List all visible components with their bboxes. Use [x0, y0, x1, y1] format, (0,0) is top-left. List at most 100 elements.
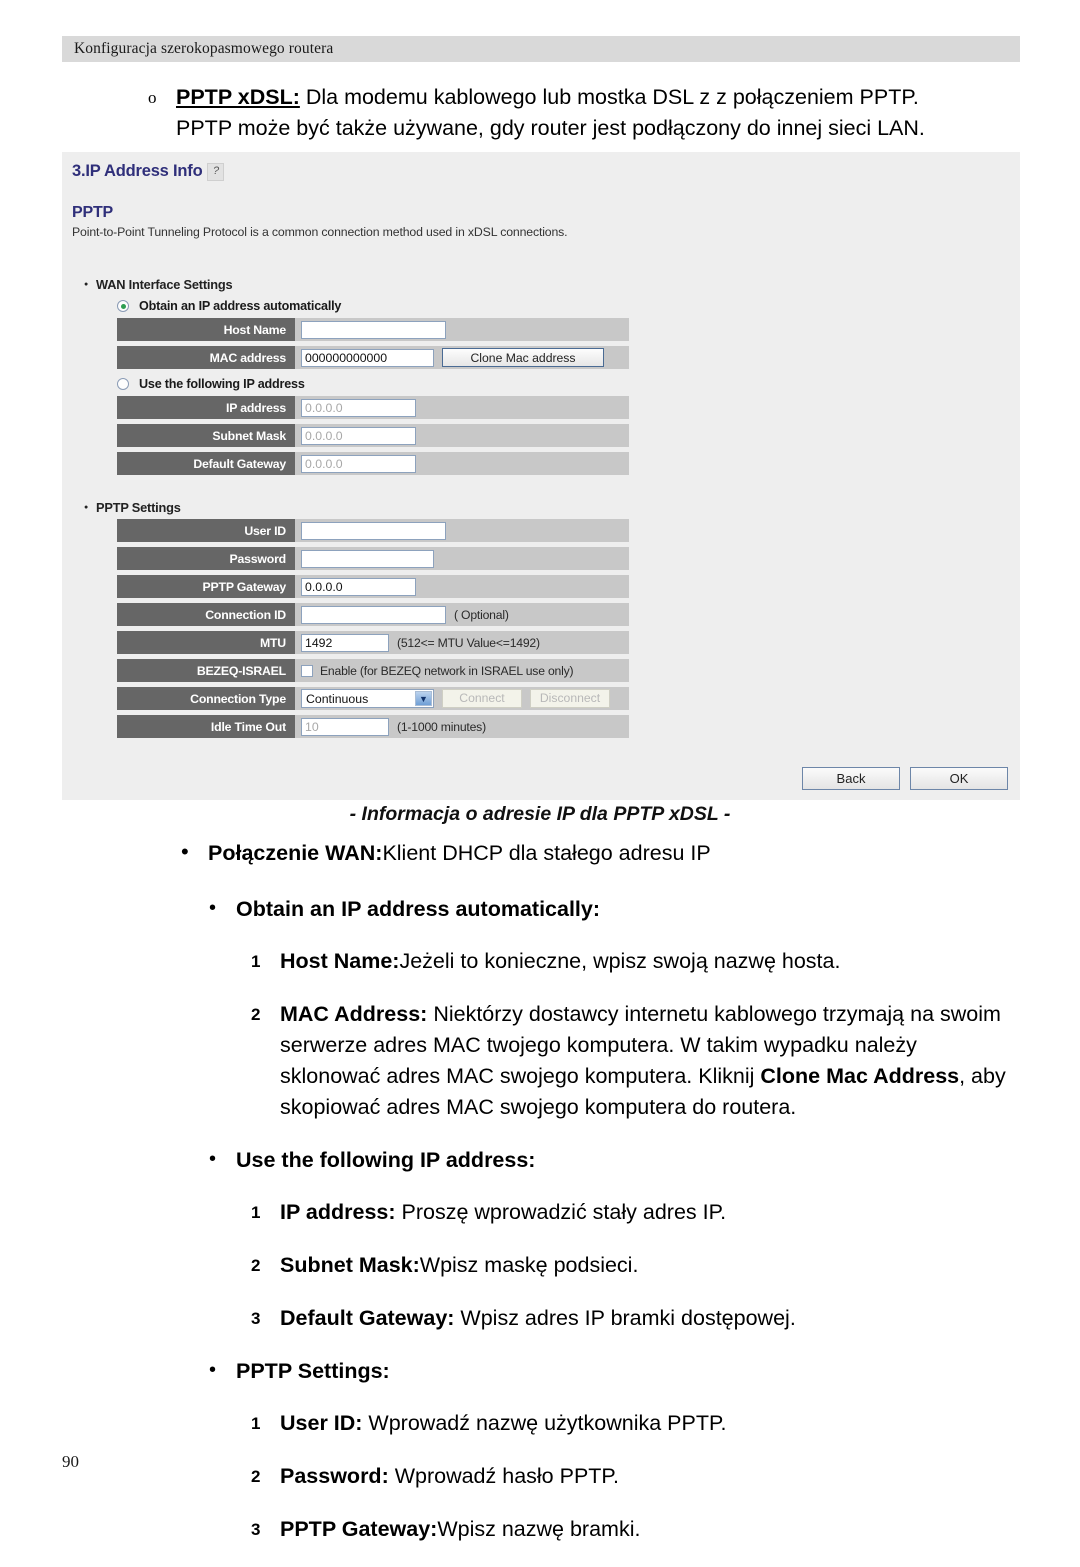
row-user-id: User ID [117, 519, 629, 542]
list-number: 2 [251, 1005, 261, 1024]
host-name-rest: Jeżeli to konieczne, wpisz swoją nazwę h… [399, 949, 841, 973]
wan-manual-fields: IP address Subnet Mask Default Gateway [117, 396, 629, 480]
intro-rest-line1: Dla modemu kablowego lub mostka DSL z z … [299, 85, 919, 109]
group-manual-title: Use the following IP address: [236, 1148, 536, 1172]
user-id-bold: User ID: [280, 1411, 363, 1435]
default-gateway-input[interactable] [301, 454, 416, 473]
list-item-wan-connection: • Połączenie WAN:Klient DHCP dla stałego… [0, 838, 1080, 868]
radio-manual-indicator[interactable] [117, 378, 129, 390]
mac-address-input[interactable] [301, 348, 434, 367]
ip-address-input[interactable] [301, 398, 416, 417]
pptp-gateway-bold: PPTP Gateway: [280, 1517, 438, 1541]
body-password [295, 547, 629, 570]
group-pptp-title: PPTP Settings: [236, 1359, 390, 1383]
label-mac-address: MAC address [117, 346, 295, 369]
row-ip-address: IP address [117, 396, 629, 419]
bezeq-enable-checkbox[interactable] [301, 664, 313, 677]
label-pptp-gateway: PPTP Gateway [117, 575, 295, 598]
connect-button[interactable]: Connect [442, 689, 522, 708]
connection-id-hint: ( Optional) [454, 607, 509, 622]
body-subnet-mask [295, 424, 629, 447]
list-item: 1 IP address: Proszę wprowadzić stały ad… [0, 1197, 1080, 1228]
list-number: 3 [251, 1520, 261, 1539]
panel-title-text: 3.IP Address Info [72, 162, 203, 180]
password-input[interactable] [301, 549, 434, 568]
mtu-input[interactable] [301, 633, 389, 652]
clone-mac-address-button[interactable]: Clone Mac address [442, 348, 604, 367]
mac-address-desc: MAC Address: Niektórzy dostawcy internet… [280, 999, 1020, 1123]
radio-auto-label: Obtain an IP address automatically [139, 299, 342, 313]
body-pptp-gateway [295, 575, 629, 598]
intro-bullet-marker: o [148, 88, 157, 107]
host-name-input[interactable] [301, 320, 446, 339]
host-name-desc: Host Name:Jeżeli to konieczne, wpisz swo… [280, 946, 840, 977]
page-number: 90 [62, 1452, 79, 1471]
bullet-marker: • [209, 1359, 217, 1381]
wan-connection-bold: Połączenie WAN: [208, 841, 383, 865]
bullet-marker: • [209, 897, 217, 919]
pptp-settings-fields: User ID Password PPTP Gateway Connection… [117, 519, 629, 743]
body-content: • Połączenie WAN:Klient DHCP dla stałego… [0, 838, 1080, 1567]
ok-button[interactable]: OK [910, 767, 1008, 790]
label-idle-time-out: Idle Time Out [117, 715, 295, 738]
intro-bullet-text: PPTP xDSL: Dla modemu kablowego lub most… [176, 82, 925, 144]
router-config-panel: 3.IP Address Info ? PPTP Point-to-Point … [62, 152, 1020, 800]
ip-address-bold: IP address: [280, 1200, 396, 1224]
group-auto-title: Obtain an IP address automatically: [236, 897, 601, 921]
chevron-down-icon[interactable]: ▼ [415, 691, 432, 706]
subnet-mask-rest: Wpisz maskę podsieci. [419, 1253, 639, 1277]
radio-manual-label: Use the following IP address [139, 377, 305, 391]
row-connection-type: Connection Type Continuous ▼ Connect Dis… [117, 687, 629, 710]
row-subnet-mask: Subnet Mask [117, 424, 629, 447]
password-bold: Password: [280, 1464, 389, 1488]
pptp-gateway-desc: PPTP Gateway:Wpisz nazwę bramki. [280, 1514, 640, 1545]
list-item: 1 Host Name:Jeżeli to konieczne, wpisz s… [0, 946, 1080, 977]
row-pptp-gateway: PPTP Gateway [117, 575, 629, 598]
user-id-desc: User ID: Wprowadź nazwę użytkownika PPTP… [280, 1408, 727, 1439]
idle-time-out-hint: (1-1000 minutes) [397, 719, 486, 734]
intro-bold-lead: PPTP xDSL: [176, 85, 300, 109]
intro-bullet-block: o PPTP xDSL: Dla modemu kablowego lub mo… [148, 82, 1028, 144]
figure-caption: - Informacja o adresie IP dla PPTP xDSL … [349, 803, 731, 825]
disconnect-button[interactable]: Disconnect [530, 689, 610, 708]
row-bezeq-israel: BEZEQ-ISRAEL Enable (for BEZEQ network i… [117, 659, 629, 682]
password-rest: Wprowadź hasło PPTP. [388, 1464, 619, 1488]
list-number: 1 [251, 952, 261, 971]
list-item: 2 Password: Wprowadź hasło PPTP. [0, 1461, 1080, 1492]
list-number: 3 [251, 1309, 261, 1328]
wan-connection-rest: Klient DHCP dla stałego adresu IP [382, 841, 711, 865]
row-mac-address: MAC address Clone Mac address [117, 346, 629, 369]
bullet-marker: • [209, 1148, 217, 1170]
list-item: 3 PPTP Gateway:Wpisz nazwę bramki. [0, 1514, 1080, 1545]
running-header: Konfiguracja szerokopasmowego routera [62, 36, 1020, 62]
list-item: 2 Subnet Mask:Wpisz maskę podsieci. [0, 1250, 1080, 1281]
connection-id-input[interactable] [301, 605, 446, 624]
subnet-mask-input[interactable] [301, 426, 416, 445]
body-default-gateway [295, 452, 629, 475]
radio-use-following-ip[interactable]: Use the following IP address [117, 377, 305, 391]
radio-obtain-ip-automatically[interactable]: Obtain an IP address automatically [117, 299, 341, 313]
help-icon[interactable]: ? [207, 162, 225, 181]
row-host-name: Host Name [117, 318, 629, 341]
row-default-gateway: Default Gateway [117, 452, 629, 475]
list-item: 1 User ID: Wprowadź nazwę użytkownika PP… [0, 1408, 1080, 1439]
label-mtu: MTU [117, 631, 295, 654]
list-number: 1 [251, 1414, 261, 1433]
radio-auto-indicator[interactable] [117, 300, 129, 312]
mtu-hint: (512<= MTU Value<=1492) [397, 635, 540, 650]
connection-type-value: Continuous [306, 691, 369, 706]
bezeq-enable-label: Enable (for BEZEQ network in ISRAEL use … [320, 663, 574, 678]
section-label-wan-interface-settings: WAN Interface Settings [84, 277, 233, 292]
row-mtu: MTU (512<= MTU Value<=1492) [117, 631, 629, 654]
connection-type-select[interactable]: Continuous ▼ [301, 689, 434, 708]
running-header-text: Konfiguracja szerokopasmowego routera [74, 40, 334, 57]
body-idle-time-out: (1-1000 minutes) [295, 715, 629, 738]
list-number: 2 [251, 1467, 261, 1486]
back-button[interactable]: Back [802, 767, 900, 790]
pptp-gateway-input[interactable] [301, 577, 416, 596]
panel-title: 3.IP Address Info ? [72, 162, 225, 181]
ip-address-rest: Proszę wprowadzić stały adres IP. [395, 1200, 727, 1224]
user-id-input[interactable] [301, 521, 446, 540]
idle-time-out-input[interactable] [301, 717, 389, 736]
default-gateway-rest: Wpisz adres IP bramki dostępowej. [454, 1306, 796, 1330]
